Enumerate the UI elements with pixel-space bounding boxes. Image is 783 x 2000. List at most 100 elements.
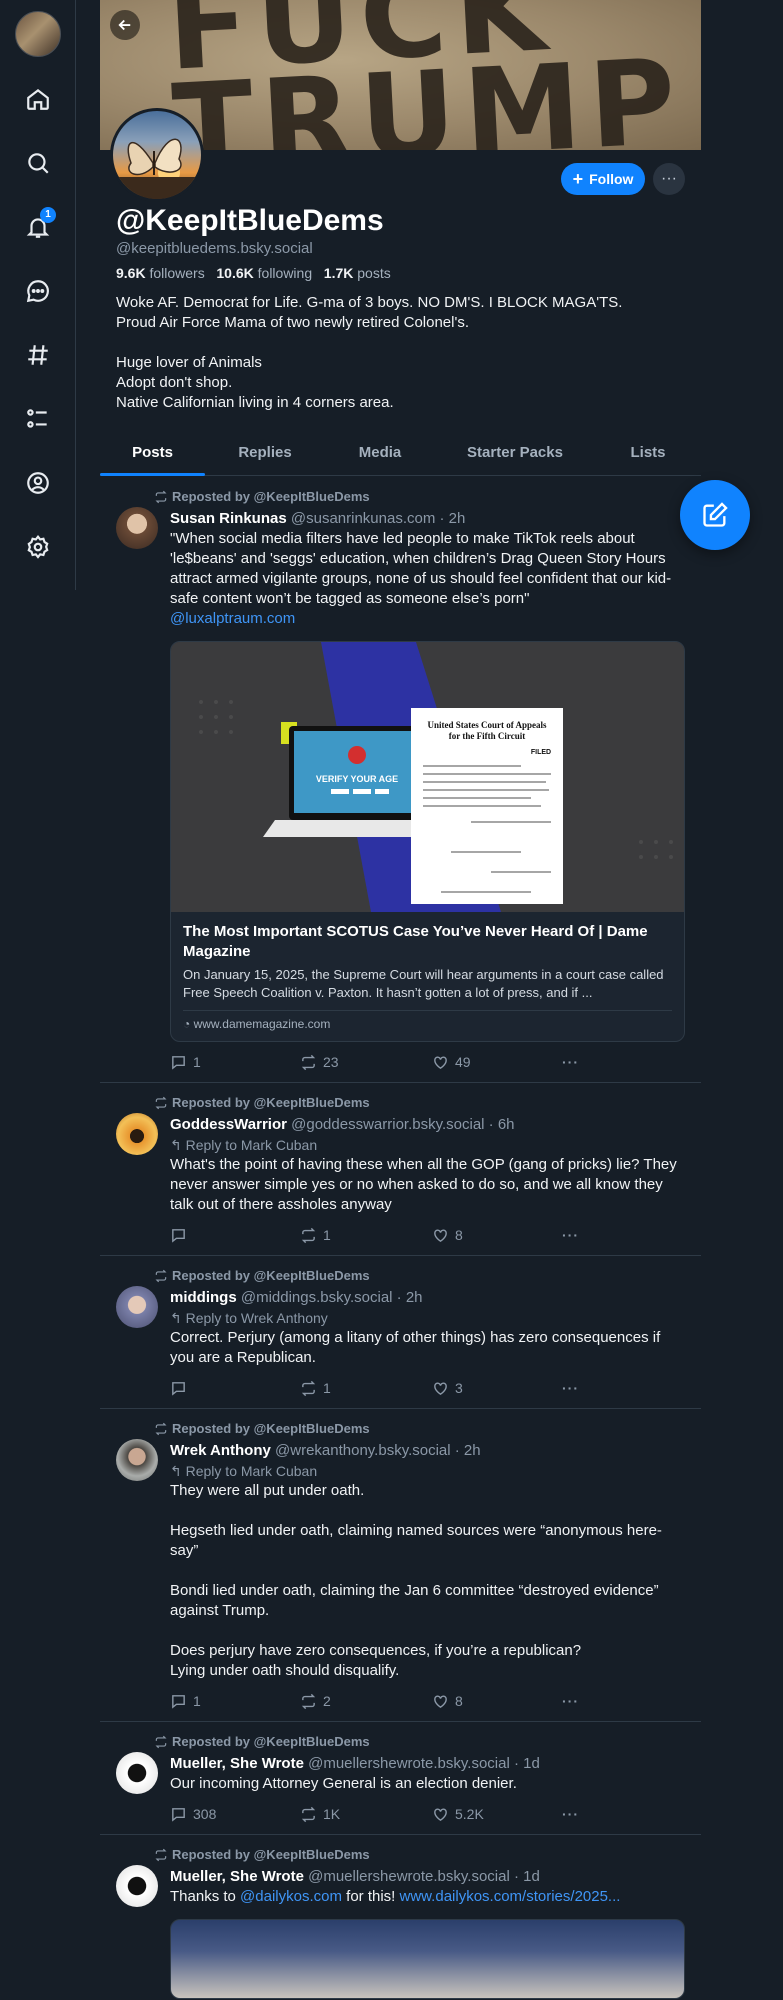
author-name[interactable]: Mueller, She Wrote: [170, 1755, 304, 1772]
author-avatar[interactable]: [116, 1113, 158, 1155]
repost-indicator[interactable]: Reposted by @KeepItBlueDems: [154, 1847, 370, 1862]
post-more-button[interactable]: ···: [562, 1693, 579, 1709]
profile-handle: @keepitbluedems.bsky.social: [116, 240, 313, 257]
reply-button[interactable]: 1: [170, 1693, 300, 1710]
url-link[interactable]: www.dailykos.com/stories/2025...: [400, 1888, 621, 1905]
post-image[interactable]: [170, 1919, 685, 1999]
repost-icon: [301, 1054, 316, 1070]
reply-to-indicator[interactable]: ↰ Reply to Wrek Anthony: [170, 1308, 685, 1328]
more-options-button[interactable]: ···: [653, 163, 685, 195]
list-icon[interactable]: [22, 403, 54, 435]
banner-graffiti: FUCK TRUMP: [164, 0, 687, 150]
tab-starter-packs[interactable]: Starter Packs: [435, 438, 595, 475]
repost-button[interactable]: 1K: [300, 1806, 432, 1823]
followers-link[interactable]: 9.6K followers: [116, 265, 205, 281]
chat-icon[interactable]: [22, 275, 54, 307]
post-header: middings @middings.bsky.social · 2h: [170, 1288, 685, 1308]
post-text: What's the point of having these when al…: [170, 1156, 677, 1213]
author-name[interactable]: Wrek Anthony: [170, 1442, 271, 1459]
post-more-button[interactable]: ···: [562, 1054, 579, 1070]
like-button[interactable]: 5.2K: [432, 1806, 562, 1823]
profile-icon[interactable]: [22, 467, 54, 499]
post-text: Thanks to @dailykos.com for this! www.da…: [170, 1888, 621, 1905]
post-text: They were all put under oath. Hegseth li…: [170, 1482, 662, 1679]
author-avatar[interactable]: [116, 1752, 158, 1794]
author-meta: @middings.bsky.social · 2h: [240, 1289, 423, 1306]
hashtag-icon[interactable]: [22, 339, 54, 371]
author-name[interactable]: Mueller, She Wrote: [170, 1868, 304, 1885]
bio-line: Huge lover of Animals: [116, 354, 262, 371]
repost-indicator[interactable]: Reposted by @KeepItBlueDems: [154, 1421, 370, 1436]
gear-icon[interactable]: [22, 531, 54, 563]
profile-avatar[interactable]: [110, 108, 204, 202]
post-item[interactable]: Reposted by @KeepItBlueDems middings @mi…: [100, 1256, 701, 1409]
repost-button[interactable]: 1: [300, 1380, 432, 1397]
bio-line: Woke AF. Democrat for Life. G-ma of 3 bo…: [116, 294, 623, 311]
repost-button[interactable]: 1: [300, 1227, 432, 1244]
follow-button[interactable]: + Follow: [561, 163, 645, 195]
back-button[interactable]: [110, 10, 140, 40]
post-more-button[interactable]: ···: [562, 1806, 579, 1822]
like-button[interactable]: 49: [432, 1054, 562, 1071]
reply-to-indicator[interactable]: ↰ Reply to Mark Cuban: [170, 1461, 685, 1481]
reply-to-indicator[interactable]: ↰ Reply to Mark Cuban: [170, 1135, 685, 1155]
repost-icon: [155, 1269, 167, 1282]
reply-icon: [172, 1055, 185, 1070]
reply-icon: [172, 1381, 185, 1396]
like-button[interactable]: 3: [432, 1380, 562, 1397]
post-item[interactable]: Reposted by @KeepItBlueDems Susan Rinkun…: [100, 477, 701, 1083]
post-item[interactable]: Reposted by @KeepItBlueDems Mueller, She…: [100, 1722, 701, 1835]
reply-arrow-icon: ↰: [170, 1310, 182, 1326]
reply-button[interactable]: 1: [170, 1054, 300, 1071]
bio-line: Native Californian living in 4 corners a…: [116, 394, 394, 411]
link-card-domain: ◔ www.damemagazine.com: [183, 1010, 672, 1031]
ellipsis-icon: ···: [562, 1227, 579, 1243]
post-item[interactable]: Reposted by @KeepItBlueDems Mueller, She…: [100, 1835, 701, 2000]
home-icon[interactable]: [22, 83, 54, 115]
mention-link[interactable]: @luxalptraum.com: [170, 610, 295, 627]
post-more-button[interactable]: ···: [562, 1227, 579, 1243]
post-more-button[interactable]: ···: [562, 1380, 579, 1396]
following-link[interactable]: 10.6K following: [216, 265, 312, 281]
post-header: GoddessWarrior @goddesswarrior.bsky.soci…: [170, 1115, 685, 1135]
search-icon[interactable]: [22, 147, 54, 179]
display-name: @KeepItBlueDems: [116, 204, 384, 237]
link-card[interactable]: VERIFY YOUR AGE United States Court of A…: [170, 641, 685, 1042]
tab-lists[interactable]: Lists: [595, 438, 701, 475]
author-name[interactable]: GoddessWarrior: [170, 1116, 287, 1133]
like-button[interactable]: 8: [432, 1693, 562, 1710]
nav-user-avatar[interactable]: [15, 11, 61, 57]
like-button[interactable]: 8: [432, 1227, 562, 1244]
reply-icon: [172, 1694, 185, 1709]
post-item[interactable]: Reposted by @KeepItBlueDems Wrek Anthony…: [100, 1409, 701, 1722]
mention-link[interactable]: @dailykos.com: [240, 1888, 342, 1905]
repost-indicator[interactable]: Reposted by @KeepItBlueDems: [154, 489, 370, 504]
author-avatar[interactable]: [116, 507, 158, 549]
reply-button[interactable]: [170, 1227, 300, 1244]
post-actions: 1 2 8 ···: [170, 1691, 685, 1711]
repost-indicator[interactable]: Reposted by @KeepItBlueDems: [154, 1268, 370, 1283]
reply-arrow-icon: ↰: [170, 1463, 182, 1479]
follow-label: Follow: [589, 171, 634, 187]
author-avatar[interactable]: [116, 1865, 158, 1907]
reply-button[interactable]: [170, 1380, 300, 1397]
repost-button[interactable]: 2: [300, 1693, 432, 1710]
post-actions: 308 1K 5.2K ···: [170, 1804, 685, 1824]
compose-button[interactable]: [680, 480, 750, 550]
reply-button[interactable]: 308: [170, 1806, 300, 1823]
author-name[interactable]: Susan Rinkunas: [170, 510, 287, 527]
tab-media[interactable]: Media: [325, 438, 435, 475]
bio-line: Proud Air Force Mama of two newly retire…: [116, 314, 470, 331]
bell-icon[interactable]: 1: [22, 207, 56, 243]
tab-posts[interactable]: Posts: [100, 438, 205, 476]
author-avatar[interactable]: [116, 1439, 158, 1481]
posts-count: 1.7K posts: [323, 265, 391, 281]
repost-icon: [301, 1806, 316, 1822]
post-item[interactable]: Reposted by @KeepItBlueDems GoddessWarri…: [100, 1083, 701, 1256]
author-avatar[interactable]: [116, 1286, 158, 1328]
author-name[interactable]: middings: [170, 1289, 237, 1306]
repost-indicator[interactable]: Reposted by @KeepItBlueDems: [154, 1734, 370, 1749]
tab-replies[interactable]: Replies: [205, 438, 325, 475]
repost-button[interactable]: 23: [300, 1054, 432, 1071]
repost-indicator[interactable]: Reposted by @KeepItBlueDems: [154, 1095, 370, 1110]
